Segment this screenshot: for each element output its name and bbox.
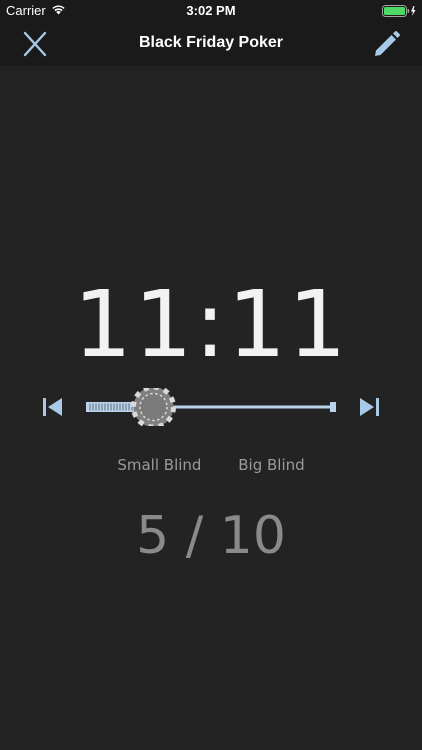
battery-icon bbox=[382, 5, 416, 17]
page-title: Black Friday Poker bbox=[138, 34, 284, 51]
navigation-bar: Black Friday Poker bbox=[0, 22, 422, 66]
pencil-icon bbox=[375, 31, 400, 56]
blinds-value: 5 / 10 bbox=[136, 506, 286, 566]
previous-level-button[interactable] bbox=[40, 395, 66, 419]
level-slider[interactable] bbox=[84, 388, 338, 426]
big-blind-label: Big Blind bbox=[238, 456, 305, 474]
skip-previous-icon bbox=[43, 398, 62, 416]
status-bar: Carrier 3:02 PM bbox=[0, 0, 422, 22]
countdown-timer: 11:11 bbox=[73, 271, 349, 378]
next-level-button[interactable] bbox=[356, 395, 382, 419]
blind-labels: Small Blind Big Blind bbox=[0, 456, 422, 474]
small-blind-label: Small Blind bbox=[117, 456, 202, 474]
status-time: 3:02 PM bbox=[186, 3, 236, 18]
poker-chip-icon[interactable] bbox=[131, 388, 176, 426]
edit-button[interactable] bbox=[372, 29, 402, 59]
skip-next-icon bbox=[360, 398, 379, 416]
